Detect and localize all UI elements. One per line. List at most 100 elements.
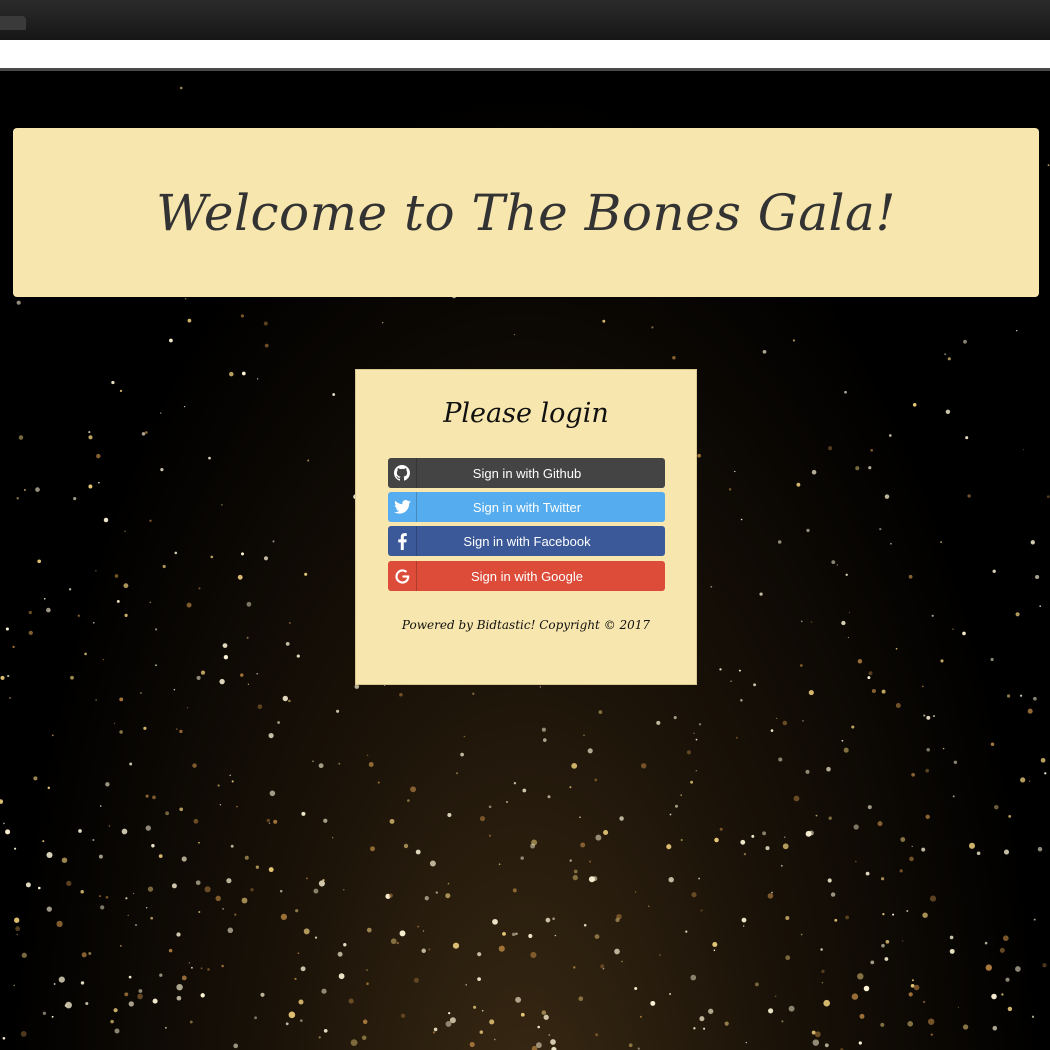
facebook-icon <box>388 526 417 556</box>
glitter-particle <box>912 402 917 407</box>
glitter-particle <box>18 435 24 440</box>
glitter-particle <box>263 556 269 561</box>
glitter-particle <box>15 926 21 932</box>
glitter-particle <box>967 494 971 498</box>
glitter-particle <box>221 504 223 506</box>
glitter-particle <box>793 795 800 802</box>
glitter-particle <box>449 1017 456 1024</box>
glitter-particle <box>952 628 954 630</box>
glitter-particle <box>1020 777 1026 783</box>
glitter-particle <box>88 435 93 440</box>
glitter-particle <box>908 992 913 997</box>
glitter-particle <box>734 470 736 473</box>
glitter-particle <box>46 607 51 613</box>
glitter-particle <box>135 924 137 926</box>
glitter-particle <box>421 948 426 954</box>
glitter-particle <box>583 734 585 736</box>
glitter-particle <box>1040 757 1046 763</box>
glitter-particle <box>1003 849 1010 855</box>
glitter-particle <box>827 878 832 883</box>
glitter-particle <box>541 727 546 732</box>
glitter-particle <box>445 893 451 899</box>
glitter-particle <box>16 300 21 305</box>
glitter-particle <box>602 967 605 970</box>
glitter-particle <box>288 1011 296 1019</box>
glitter-particle <box>370 846 375 852</box>
glitter-particle <box>506 801 508 803</box>
glitter-particle <box>447 812 452 818</box>
twitter-signin-button[interactable]: Sign in with Twitter <box>388 492 665 522</box>
glitter-particle <box>906 910 909 912</box>
glitter-particle <box>277 721 281 724</box>
glitter-particle <box>85 1001 89 1006</box>
glitter-particle <box>880 1022 885 1027</box>
glitter-particle <box>410 786 417 793</box>
facebook-signin-button[interactable]: Sign in with Facebook <box>388 526 665 556</box>
glitter-particle <box>812 1039 820 1046</box>
footer-credit: Powered by Bidtastic! Copyright © 2017 <box>401 618 651 632</box>
glitter-particle <box>20 1031 27 1037</box>
glitter-particle <box>51 734 54 737</box>
glitter-particle <box>573 869 578 874</box>
glitter-particle <box>424 896 429 901</box>
glitter-particle <box>448 1012 451 1015</box>
google-signin-button[interactable]: Sign in with Google <box>388 561 665 591</box>
glitter-particle <box>70 675 74 680</box>
github-icon <box>388 458 417 488</box>
glitter-particle <box>621 960 623 963</box>
glitter-particle <box>68 588 72 591</box>
glitter-particle <box>571 763 578 769</box>
glitter-particle <box>100 905 105 910</box>
glitter-particle <box>303 928 310 935</box>
glitter-particle <box>200 967 203 970</box>
glitter-particle <box>788 1005 795 1012</box>
glitter-particle <box>223 655 229 660</box>
glitter-particle <box>650 1000 656 1006</box>
glitter-particle <box>240 314 244 318</box>
glitter-particle <box>141 432 146 436</box>
glitter-particle <box>945 409 951 415</box>
glitter-particle <box>853 824 859 830</box>
glitter-particle <box>719 668 722 671</box>
glitter-particle <box>828 816 832 820</box>
glitter-particle <box>155 664 157 667</box>
glitter-particle <box>799 664 803 667</box>
glitter-particle <box>102 658 105 661</box>
glitter-particle <box>922 1000 926 1004</box>
glitter-particle <box>614 948 620 955</box>
glitter-particle <box>285 642 290 646</box>
github-signin-label: Sign in with Github <box>472 465 582 481</box>
glitter-particle <box>602 319 606 323</box>
glitter-particle <box>138 989 143 993</box>
glitter-particle <box>578 996 584 1002</box>
glitter-particle <box>672 356 676 360</box>
glitter-particle <box>781 1020 784 1023</box>
glitter-particle <box>911 845 913 848</box>
glitter-particle <box>805 769 810 774</box>
glitter-particle <box>189 1020 193 1024</box>
glitter-particle <box>169 338 173 343</box>
glitter-particle <box>925 768 930 773</box>
glitter-particle <box>452 942 460 949</box>
glitter-particle <box>433 1027 438 1032</box>
address-bar[interactable] <box>0 40 1050 71</box>
glitter-particle <box>513 782 517 785</box>
glitter-particle <box>179 86 183 90</box>
glitter-particle <box>422 930 425 932</box>
glitter-particle <box>477 952 482 957</box>
glitter-particle <box>294 977 297 981</box>
glitter-particle <box>931 614 934 617</box>
glitter-particle <box>123 583 129 589</box>
glitter-particle <box>600 964 605 969</box>
browser-tab[interactable] <box>0 16 26 30</box>
glitter-particle <box>666 844 672 850</box>
glitter-particle <box>237 574 243 580</box>
glitter-particle <box>598 710 603 714</box>
glitter-particle <box>520 856 524 860</box>
glitter-particle <box>151 844 155 848</box>
glitter-particle <box>714 837 719 843</box>
glitter-particle <box>128 975 132 979</box>
glitter-particle <box>691 892 697 898</box>
glitter-particle <box>221 964 224 968</box>
github-signin-button[interactable]: Sign in with Github <box>388 458 665 488</box>
